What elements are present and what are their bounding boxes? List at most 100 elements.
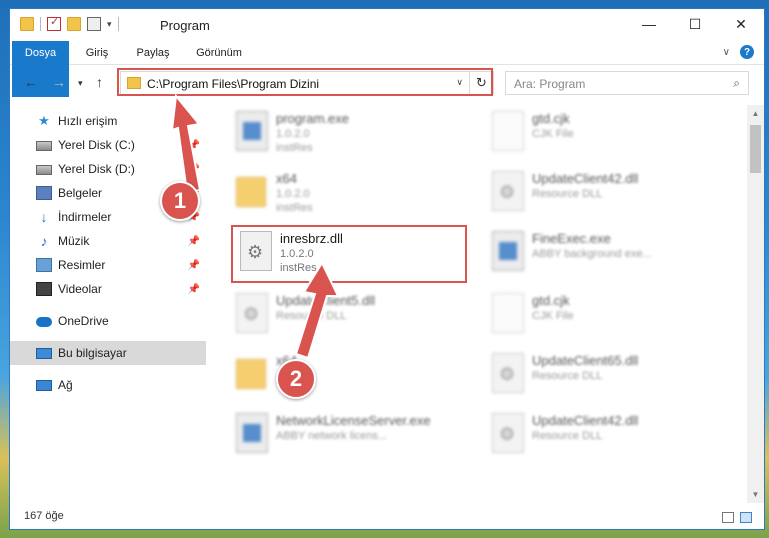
file-highlight-box bbox=[231, 225, 467, 283]
minimize-button[interactable]: — bbox=[626, 9, 672, 39]
qat-dropdown-icon[interactable]: ▾ bbox=[107, 19, 112, 30]
pictures-icon bbox=[36, 258, 52, 272]
pin-icon[interactable]: 📌 bbox=[188, 260, 200, 271]
ribbon-right: ∨ ? bbox=[723, 45, 754, 59]
generic-file-icon bbox=[492, 293, 524, 333]
expand-ribbon-icon[interactable]: ∨ bbox=[723, 47, 730, 58]
file-name: UpdateClient5.dll bbox=[276, 293, 376, 308]
ribbon-tabs: Dosya Giriş Paylaş Görünüm ∨ ? bbox=[10, 41, 764, 97]
nav-item-label: İndirmeler bbox=[58, 210, 112, 224]
file-item[interactable]: UpdateClient65.dll Resource DLL bbox=[472, 347, 708, 403]
file-item[interactable]: FineExec.exe ABBY background exe... bbox=[472, 225, 708, 281]
back-arrow-icon[interactable]: ← bbox=[24, 74, 38, 90]
pin-icon[interactable]: 📌 bbox=[188, 236, 200, 247]
pin-icon[interactable]: 📌 bbox=[188, 164, 200, 175]
file-description: Resource DLL bbox=[532, 370, 603, 382]
scroll-up-icon[interactable]: ▲ bbox=[747, 105, 764, 122]
file-name: UpdateClient42.dll bbox=[532, 171, 639, 186]
nav-item-local-disk-d[interactable]: Yerel Disk (D:) 📌 bbox=[10, 157, 206, 181]
help-icon[interactable]: ? bbox=[740, 45, 754, 59]
nav-item-network[interactable]: Ağ bbox=[10, 373, 206, 397]
nav-item-quick-access[interactable]: ★ Hızlı erişim bbox=[10, 109, 206, 133]
title-bar: ▾ Program — ☐ ✕ bbox=[10, 9, 764, 41]
close-button[interactable]: ✕ bbox=[718, 9, 764, 39]
file-description: CJK File bbox=[532, 128, 574, 140]
generic-file-icon bbox=[492, 111, 524, 151]
file-description: Resource DLL bbox=[532, 188, 603, 200]
file-description: ABBY network licens... bbox=[276, 430, 388, 442]
dll-file-icon bbox=[492, 171, 524, 211]
file-company: instRes bbox=[276, 142, 313, 154]
file-name: UpdateClient65.dll bbox=[532, 353, 639, 368]
nav-item-videos[interactable]: Videolar 📌 bbox=[10, 277, 206, 301]
tab-view[interactable]: Görünüm bbox=[186, 41, 252, 65]
vertical-scrollbar[interactable]: ▲ ▼ bbox=[747, 105, 764, 503]
network-icon bbox=[36, 379, 52, 391]
folder-item[interactable]: x64 bbox=[216, 347, 452, 403]
file-item[interactable]: UpdateClient42.dll Resource DLL bbox=[472, 407, 708, 463]
customize-icon[interactable] bbox=[87, 17, 101, 31]
nav-item-music[interactable]: ♪ Müzik 📌 bbox=[10, 229, 206, 253]
file-item[interactable]: NetworkLicenseServer.exe ABBY network li… bbox=[216, 407, 452, 463]
nav-item-label: Ağ bbox=[58, 378, 73, 392]
up-arrow-icon[interactable]: ↑ bbox=[96, 74, 103, 90]
onedrive-icon bbox=[36, 317, 52, 327]
nav-item-local-disk-c[interactable]: Yerel Disk (C:) 📌 bbox=[10, 133, 206, 157]
quick-access-toolbar: ▾ bbox=[20, 15, 119, 31]
nav-item-label: Bu bilgisayar bbox=[58, 346, 127, 360]
file-company: instRes bbox=[276, 202, 313, 214]
item-count: 167 öğe bbox=[24, 510, 64, 522]
this-pc-icon bbox=[36, 347, 52, 359]
file-text: gtd.cjk CJK File bbox=[532, 293, 702, 322]
pin-icon[interactable]: 📌 bbox=[188, 284, 200, 295]
tab-home[interactable]: Giriş bbox=[72, 41, 122, 65]
file-item[interactable]: gtd.cjk CJK File bbox=[472, 105, 708, 161]
file-description: Resource DLL bbox=[532, 430, 603, 442]
search-icon[interactable]: ⌕ bbox=[733, 76, 740, 91]
search-placeholder[interactable]: Ara: Program bbox=[514, 77, 585, 91]
file-item[interactable]: UpdateClient42.dll Resource DLL bbox=[472, 165, 708, 221]
file-text: UpdateClient5.dll Resource DLL bbox=[276, 293, 446, 322]
folder-icon bbox=[236, 177, 266, 207]
dll-file-icon bbox=[236, 293, 268, 333]
file-text: NetworkLicenseServer.exe ABBY network li… bbox=[276, 413, 446, 442]
tab-share[interactable]: Paylaş bbox=[123, 41, 183, 65]
nav-item-label: Belgeler bbox=[58, 186, 103, 200]
star-icon: ★ bbox=[38, 113, 50, 128]
file-text: UpdateClient42.dll Resource DLL bbox=[532, 171, 702, 200]
forward-arrow-icon[interactable]: → bbox=[52, 74, 66, 90]
search-box[interactable]: Ara: Program ⌕ bbox=[505, 71, 749, 95]
nav-item-onedrive[interactable]: OneDrive bbox=[10, 309, 206, 333]
folder-item[interactable]: x64 1.0.2.0 instRes bbox=[216, 165, 452, 221]
pin-icon[interactable]: 📌 bbox=[188, 140, 200, 151]
downloads-icon: ↓ bbox=[40, 209, 48, 225]
file-item[interactable]: UpdateClient5.dll Resource DLL bbox=[216, 287, 452, 343]
scroll-down-icon[interactable]: ▼ bbox=[747, 486, 764, 503]
new-folder-icon[interactable] bbox=[67, 17, 81, 31]
divider bbox=[117, 17, 119, 31]
disk-icon bbox=[36, 165, 52, 175]
music-icon: ♪ bbox=[40, 233, 48, 249]
file-item[interactable]: gtd.cjk CJK File bbox=[472, 287, 708, 343]
file-text: UpdateClient65.dll Resource DLL bbox=[532, 353, 702, 382]
nav-item-label: Yerel Disk (C:) bbox=[58, 138, 135, 152]
exe-file-icon bbox=[236, 111, 268, 151]
nav-item-this-pc[interactable]: Bu bilgisayar bbox=[10, 341, 206, 365]
scroll-thumb[interactable] bbox=[750, 125, 761, 173]
file-name: program.exe bbox=[276, 111, 349, 126]
recent-dropdown-icon[interactable]: ▾ bbox=[78, 78, 83, 89]
file-name: gtd.cjk bbox=[532, 293, 570, 308]
maximize-button[interactable]: ☐ bbox=[672, 9, 718, 39]
window-title: Program bbox=[160, 18, 210, 33]
file-text: x64 1.0.2.0 instRes bbox=[276, 171, 446, 214]
folder-icon bbox=[20, 17, 34, 31]
details-view-icon[interactable] bbox=[722, 512, 734, 523]
file-text: gtd.cjk CJK File bbox=[532, 111, 702, 140]
properties-check-icon[interactable] bbox=[47, 15, 61, 31]
nav-item-label: OneDrive bbox=[58, 314, 109, 328]
folder-icon bbox=[236, 359, 266, 389]
file-item[interactable]: program.exe 1.0.2.0 instRes bbox=[216, 105, 452, 161]
step-2-callout: 2 bbox=[276, 359, 316, 399]
tiles-view-icon[interactable] bbox=[740, 512, 752, 523]
nav-item-pictures[interactable]: Resimler 📌 bbox=[10, 253, 206, 277]
